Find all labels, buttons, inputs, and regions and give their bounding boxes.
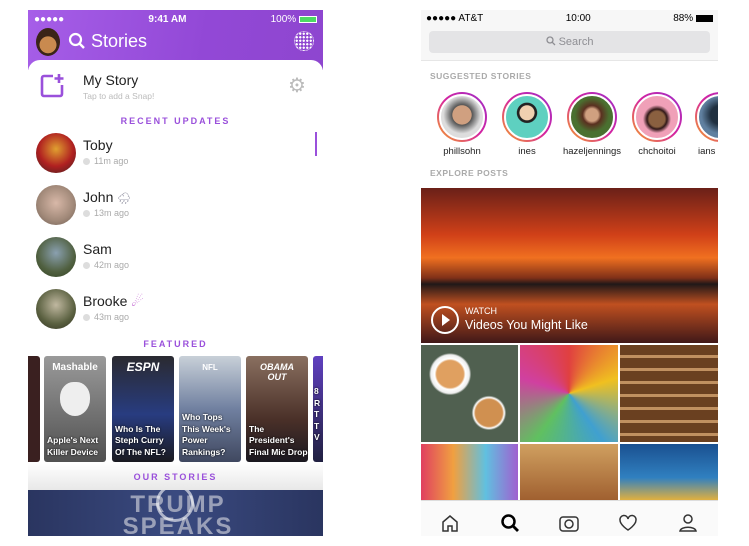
apple-logo-icon (60, 382, 90, 416)
story-name: Brooke ☄ (83, 293, 144, 310)
gear-icon[interactable]: ⚙ (288, 73, 306, 98)
add-story-icon[interactable] (39, 73, 65, 99)
story-ring-ians[interactable] (695, 92, 718, 142)
explore-post[interactable] (520, 345, 618, 442)
story-ring-phillsohn[interactable] (437, 92, 487, 142)
status-bar: ●●●●● 9:41 AM 100% (28, 10, 323, 28)
signal-carrier: ●●●●● AT&T (426, 12, 484, 24)
brand-logo: Mashable (52, 362, 98, 373)
my-story-row[interactable]: My Story Tap to add a Snap! ⚙ (28, 65, 323, 105)
status-bar: ●●●●● AT&T 10:00 88% (421, 10, 718, 26)
story-time: 43m ago (83, 312, 129, 322)
story-name-text: Brooke (83, 293, 128, 309)
our-stories-heading: OUR STORIES (133, 472, 218, 482)
my-story-subtitle: Tap to add a Snap! (83, 91, 155, 101)
featured-heading: FEATURED (143, 339, 208, 349)
search-icon[interactable] (68, 32, 86, 55)
featured-card-nfl[interactable]: NFL Who Tops This Week's Power Rankings? (179, 356, 241, 462)
explore-post[interactable] (421, 444, 518, 500)
divider (421, 60, 718, 61)
story-username[interactable]: ines (492, 146, 562, 157)
explore-post[interactable] (620, 444, 718, 500)
featured-card-mashable[interactable]: Mashable Apple's Next Killer Device (44, 356, 106, 462)
clock: 9:41 AM (148, 13, 187, 25)
top-bar: ●●●●● AT&T 10:00 88% Search (421, 10, 718, 60)
search-icon[interactable] (497, 510, 523, 536)
play-icon[interactable] (430, 305, 460, 335)
battery-percent: 100% (270, 13, 297, 25)
explore-post[interactable] (520, 444, 618, 500)
search-input[interactable]: Search (429, 31, 710, 53)
home-icon[interactable] (437, 510, 463, 536)
video-kicker: WATCH (465, 306, 497, 316)
story-username[interactable]: hazeljennings (557, 146, 627, 157)
card-title: Apple's Next Killer Device (47, 435, 99, 457)
story-ring-chchoitoi[interactable] (632, 92, 682, 142)
story-name: Sam (83, 241, 112, 257)
story-username[interactable]: phillsohn (427, 146, 497, 157)
page-title[interactable]: Stories (91, 31, 147, 52)
recent-updates-heading: RECENT UPDATES (120, 116, 231, 126)
avatar (36, 289, 76, 329)
brand-logo: ESPN (126, 360, 160, 374)
discover-globe-icon[interactable] (294, 31, 314, 51)
explore-posts-heading: EXPLORE POSTS (430, 168, 509, 178)
battery-icon (298, 15, 317, 23)
card-title: Who Is The Steph Curry Of The NFL? (115, 423, 166, 457)
story-item-sam[interactable]: Sam 42m ago (36, 237, 316, 281)
battery-status: 88% (673, 13, 713, 24)
story-time: 42m ago (83, 260, 129, 270)
clock: 10:00 (565, 12, 591, 24)
story-ring-ines[interactable] (502, 92, 552, 142)
my-story-title: My Story (83, 72, 139, 88)
story-item-toby[interactable]: Toby 11m ago (36, 133, 316, 177)
featured-card-espn[interactable]: ESPN Who Is The Steph Curry Of The NFL? (112, 356, 174, 462)
avatar (36, 133, 76, 173)
explore-post[interactable] (620, 345, 718, 442)
instagram-explore-screen: ●●●●● AT&T 10:00 88% Search SUGGESTED ST… (421, 10, 718, 536)
avatar (36, 237, 76, 277)
avatar (36, 185, 76, 225)
featured-card[interactable] (28, 356, 40, 462)
story-name-text: John (83, 189, 114, 205)
brand-logo: NFL (202, 363, 218, 372)
featured-card[interactable]: 8 R T T V (313, 356, 323, 462)
story-username[interactable]: ians (685, 146, 718, 157)
weather-emoji: 🌧 (117, 193, 132, 205)
story-username[interactable]: chchoitoi (622, 146, 692, 157)
story-name: John 🌧 (83, 189, 131, 205)
profile-icon[interactable] (675, 510, 701, 536)
search-placeholder: Search (558, 36, 594, 48)
explore-post[interactable] (421, 345, 518, 442)
card-title: Who Tops This Week's Power Rankings? (182, 412, 231, 457)
suggested-stories-heading: SUGGESTED STORIES (430, 71, 532, 81)
battery-percent: 88% (673, 12, 694, 24)
card-title: The President's Final Mic Drop (249, 423, 308, 457)
signal: ●●●●● (34, 13, 65, 25)
video-channel-tile[interactable]: WATCH Videos You Might Like (421, 188, 718, 343)
bitmoji-avatar[interactable] (36, 28, 60, 56)
story-time: 11m ago (83, 156, 128, 166)
comet-emoji: ☄ (131, 293, 144, 309)
battery-status: 100% (271, 14, 317, 25)
battery-icon (695, 14, 713, 22)
heart-icon[interactable] (615, 510, 641, 536)
camera-icon[interactable] (556, 510, 582, 536)
our-story-card[interactable]: TRUMP SPEAKS (28, 490, 323, 536)
brand-logo: OBAMA OUT (260, 362, 294, 382)
card-title: 8 R T T V (314, 386, 321, 442)
story-time: 13m ago (83, 208, 129, 218)
video-title: Videos You Might Like (465, 318, 588, 332)
story-name: Toby (83, 137, 113, 153)
search-icon (545, 36, 555, 46)
featured-card-obama[interactable]: OBAMA OUT The President's Final Mic Drop (246, 356, 308, 462)
story-item-john[interactable]: John 🌧 13m ago (36, 185, 316, 229)
story-ring-hazeljennings[interactable] (567, 92, 617, 142)
snapchat-stories-screen: ●●●●● 9:41 AM 100% Stories My Story Tap … (28, 10, 323, 536)
story-item-brooke[interactable]: Brooke ☄ 43m ago (36, 289, 316, 333)
